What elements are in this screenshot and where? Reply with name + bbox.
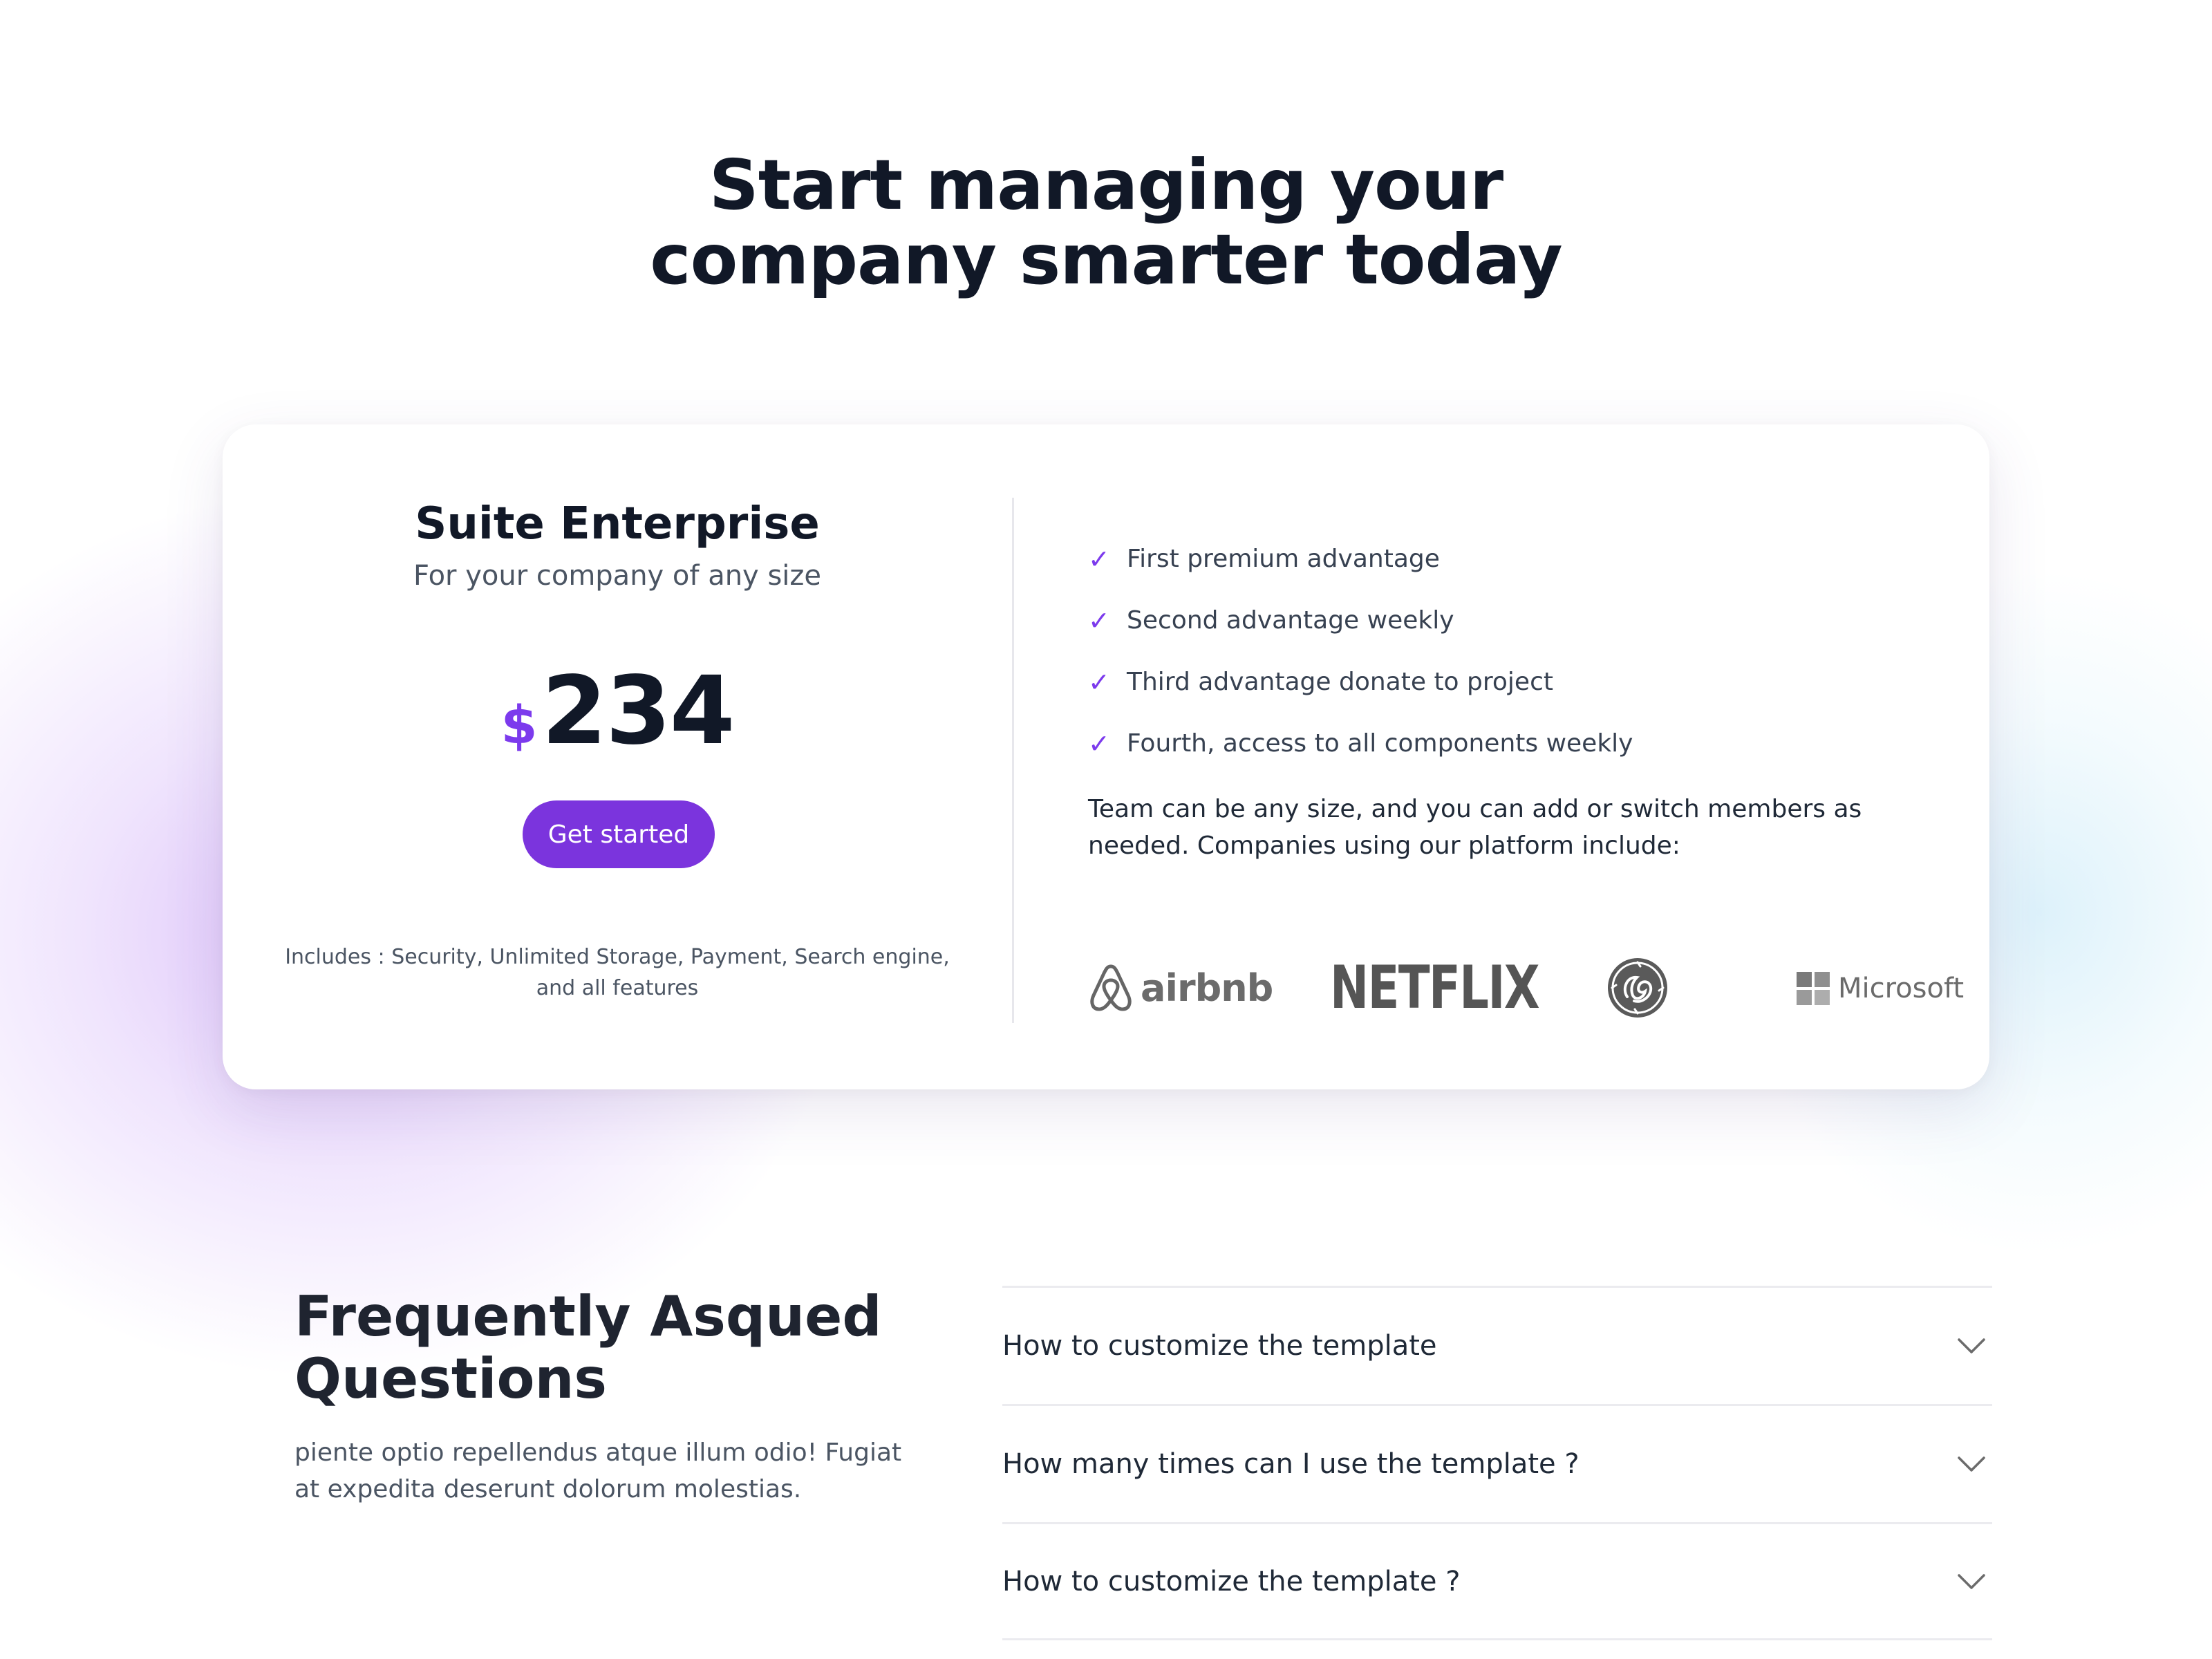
netflix-logo: NETFLIX bbox=[1330, 953, 1597, 1022]
faq-description: piente optio repellendus atque illum odi… bbox=[294, 1438, 902, 1503]
hero-title-line-2: company smarter today bbox=[650, 219, 1562, 300]
feature-label: Fourth, access to all components weekly bbox=[1127, 729, 1633, 758]
hero-title-line-1: Start managing your bbox=[709, 144, 1503, 225]
chevron-down-icon bbox=[1958, 1338, 1985, 1353]
get-started-button[interactable]: Get started bbox=[523, 800, 715, 868]
hero-title: Start managing your company smarter toda… bbox=[0, 148, 2212, 297]
pricing-plan-panel: Suite Enterprise For your company of any… bbox=[223, 424, 1012, 1089]
feature-label: Second advantage weekly bbox=[1127, 606, 1454, 635]
airbnb-wordmark: airbnb bbox=[1141, 966, 1273, 1010]
faq-item[interactable]: How to customize the template ? bbox=[1002, 1522, 1992, 1640]
card-divider bbox=[1012, 498, 1014, 1023]
microsoft-logo: Microsoft bbox=[1797, 969, 1964, 1008]
microsoft-wordmark: Microsoft bbox=[1838, 973, 1965, 1004]
feature-item: ✓ Fourth, access to all components weekl… bbox=[1088, 713, 1633, 774]
price-currency: $ bbox=[500, 694, 538, 756]
check-icon: ✓ bbox=[1088, 605, 1110, 636]
faq-title-line-1: Frequently Asqued bbox=[294, 1284, 882, 1349]
check-icon: ✓ bbox=[1088, 543, 1110, 574]
plan-includes-text: Includes : Security, Unlimited Storage, … bbox=[285, 945, 950, 1000]
pricing-features-panel: ✓ First premium advantage ✓ Second advan… bbox=[1088, 424, 1964, 1089]
check-icon: ✓ bbox=[1088, 666, 1110, 697]
feature-item: ✓ Second advantage weekly bbox=[1088, 590, 1633, 651]
price-amount: 234 bbox=[541, 657, 735, 766]
faq-question: How to customize the template ? bbox=[1002, 1565, 1461, 1597]
plan-price: $ 234 bbox=[223, 659, 1012, 763]
check-icon: ✓ bbox=[1088, 728, 1110, 759]
feature-list: ✓ First premium advantage ✓ Second advan… bbox=[1088, 528, 1633, 774]
faq-title: Frequently Asqued Questions bbox=[294, 1286, 917, 1410]
ge-logo bbox=[1606, 957, 1669, 1019]
team-description: Team can be any size, and you can add or… bbox=[1088, 795, 1862, 860]
faq-accordion: How to customize the template How many t… bbox=[1002, 1286, 1992, 1640]
pricing-card: Suite Enterprise For your company of any… bbox=[223, 424, 1989, 1089]
plan-name: Suite Enterprise bbox=[415, 498, 820, 550]
chevron-down-icon bbox=[1958, 1573, 1985, 1589]
landing-page: Start managing your company smarter toda… bbox=[0, 0, 2212, 1659]
faq-item[interactable]: How to customize the template bbox=[1002, 1286, 1992, 1404]
feature-item: ✓ First premium advantage bbox=[1088, 528, 1633, 590]
windows-squares-icon bbox=[1797, 972, 1830, 1005]
faq-item[interactable]: How many times can I use the template ? bbox=[1002, 1404, 1992, 1522]
faq-title-line-2: Questions bbox=[294, 1347, 608, 1411]
faq-question: How many times can I use the template ? bbox=[1002, 1448, 1580, 1480]
airbnb-logo: airbnb bbox=[1088, 962, 1273, 1013]
feature-label: Third advantage donate to project bbox=[1127, 668, 1553, 696]
feature-label: First premium advantage bbox=[1127, 545, 1440, 573]
airbnb-icon bbox=[1090, 964, 1132, 1011]
plan-subtitle: For your company of any size bbox=[413, 560, 822, 592]
chevron-down-icon bbox=[1958, 1456, 1985, 1472]
ge-monogram-icon bbox=[1608, 958, 1667, 1018]
netflix-wordmark: NETFLIX bbox=[1330, 953, 1540, 1022]
faq-question: How to customize the template bbox=[1002, 1330, 1437, 1362]
customer-logos: airbnb NETFLIX Microsoft bbox=[1088, 950, 1964, 1026]
feature-item: ✓ Third advantage donate to project bbox=[1088, 651, 1633, 713]
